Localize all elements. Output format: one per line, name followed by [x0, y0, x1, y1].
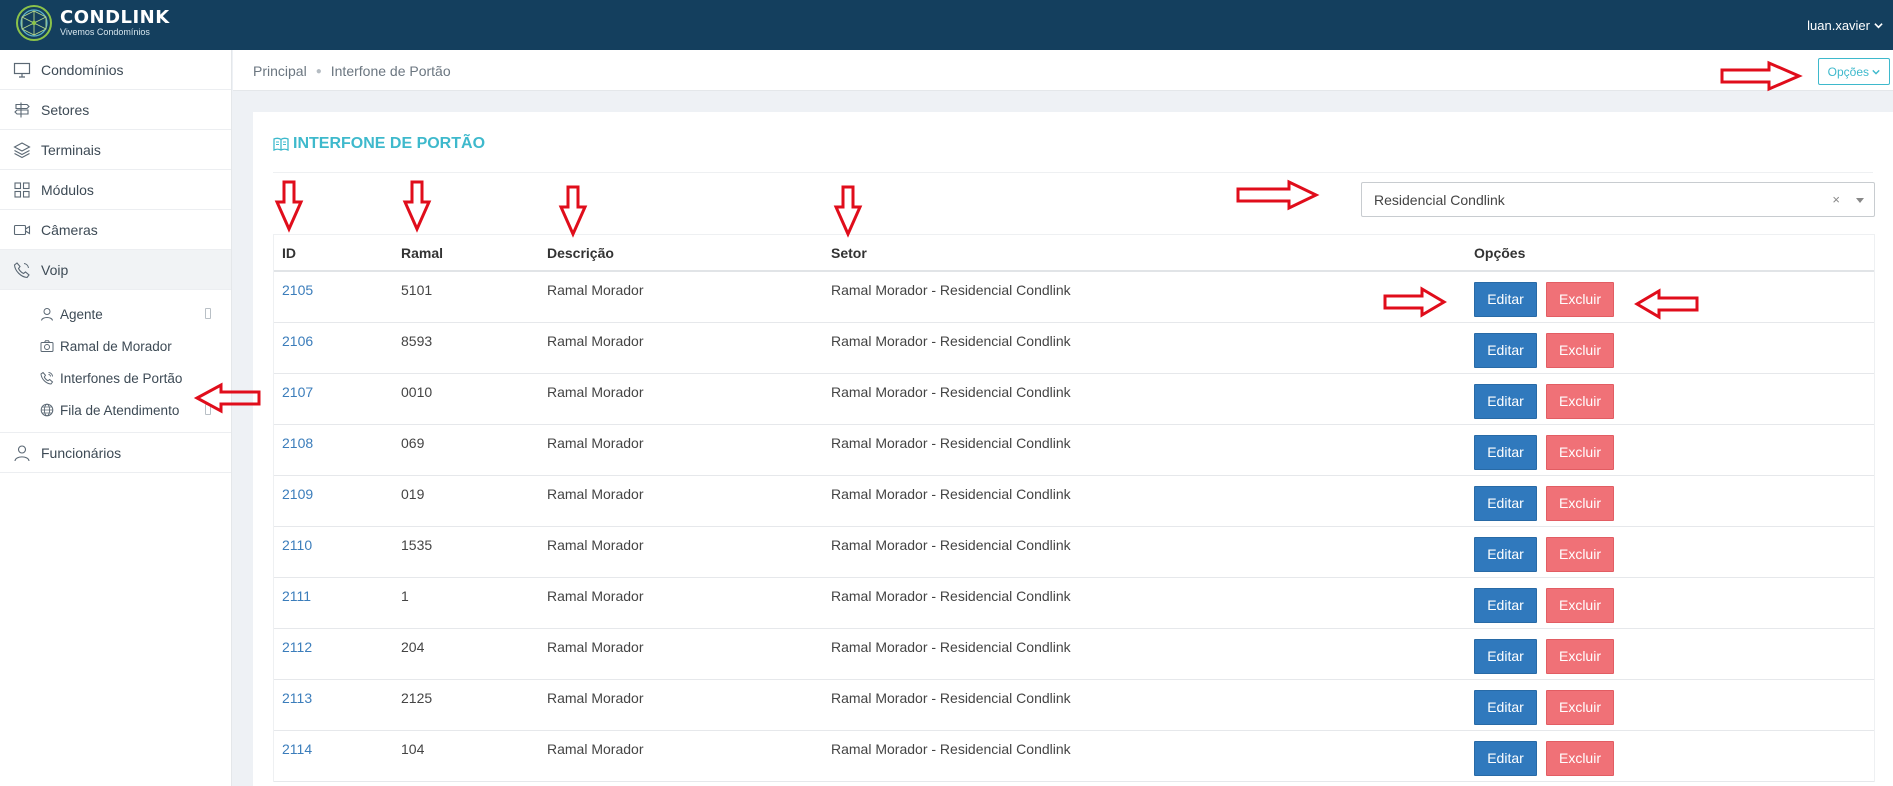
annotation-arrow-down-icon [833, 185, 863, 238]
annotation-arrow-right-icon [1383, 286, 1447, 318]
annotation-arrow-right-icon [1720, 60, 1803, 92]
annotation-arrow-left-icon [193, 382, 261, 414]
annotation-layer [193, 60, 1803, 414]
annotation-arrow-left-icon [1634, 288, 1699, 320]
annotation-arrow-down-icon [558, 185, 588, 238]
annotation-arrow-right-icon [1236, 179, 1320, 211]
annotation-arrow-down-icon [402, 180, 432, 233]
annotation-arrow-down-icon [274, 180, 304, 233]
